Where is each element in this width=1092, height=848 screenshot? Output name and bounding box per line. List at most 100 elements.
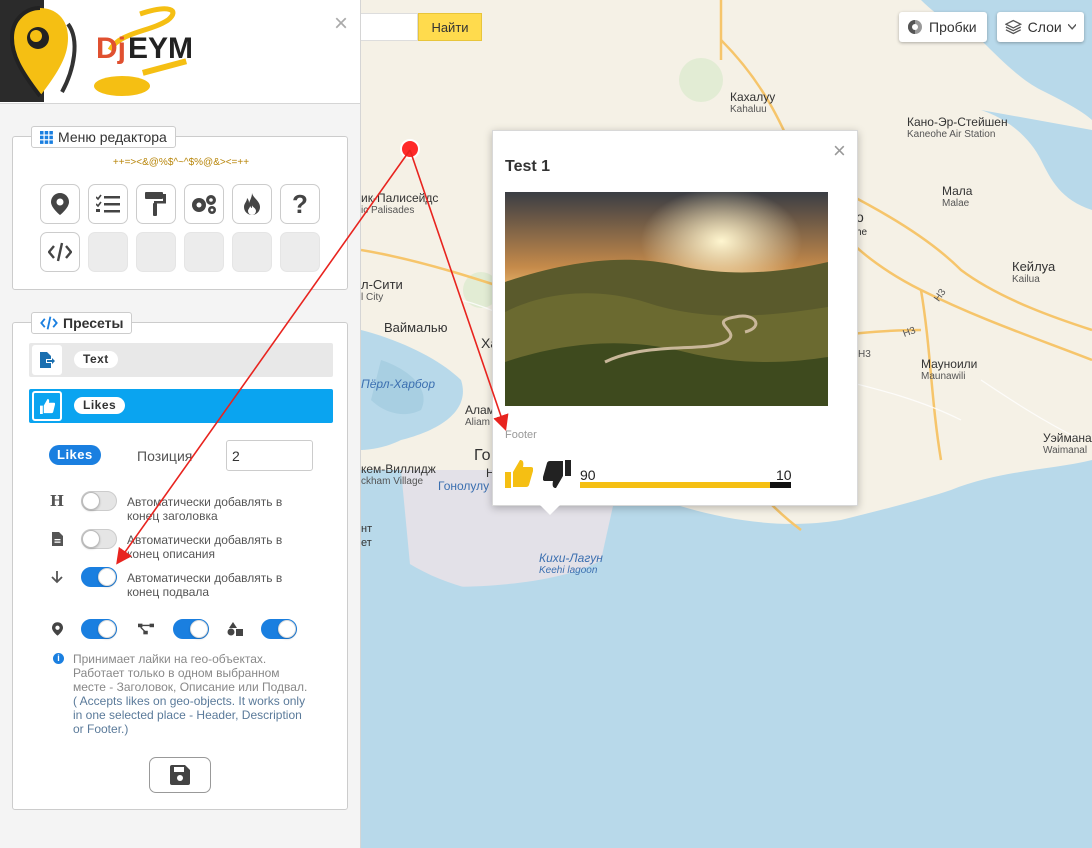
balloon-tail xyxy=(540,505,560,515)
toggle-description[interactable] xyxy=(81,529,117,549)
presets-title: Пресеты xyxy=(63,315,124,331)
logo-bar: Dj EYM × xyxy=(0,0,360,104)
placemark-balloon: × Test 1 Footer 90 10 xyxy=(492,130,858,506)
presets-legend: Пресеты xyxy=(31,312,133,334)
map-label-kailua: Кейлуа Kailua xyxy=(1012,259,1056,286)
balloon-title: Test 1 xyxy=(505,158,551,175)
tool-paint-button[interactable] xyxy=(136,184,176,224)
toggle-placemarks[interactable] xyxy=(81,619,117,639)
djeym-logo: Dj EYM xyxy=(9,6,193,98)
like-ratio-bar xyxy=(580,482,791,488)
arrow-down-icon xyxy=(49,569,65,585)
map-label-fragment: ет xyxy=(361,537,372,549)
tool-heatmap-button[interactable] xyxy=(232,184,272,224)
fire-icon xyxy=(244,193,260,215)
tool-help-button[interactable]: ? xyxy=(280,184,320,224)
close-panel-button[interactable]: × xyxy=(330,12,352,36)
position-input[interactable] xyxy=(226,440,313,471)
option-label-header: Автоматически добавлять в конец заголовк… xyxy=(127,495,283,523)
map-label-honolulu: Гонолулу xyxy=(438,479,490,493)
editor-panel: Dj EYM × Меню редактора ++=><&@%$^~^$%@&… xyxy=(0,0,361,848)
map-label-waimanalo: УэйманалWaimanal xyxy=(1043,431,1092,456)
position-label: Позиция xyxy=(137,448,193,464)
traffic-button[interactable]: Пробки xyxy=(899,12,987,42)
save-button[interactable] xyxy=(149,757,211,793)
file-arrow-icon xyxy=(32,345,62,375)
checklist-icon xyxy=(96,194,120,213)
map-marker-icon xyxy=(51,193,69,215)
floppy-disk-icon xyxy=(170,765,190,785)
map-label-hickam-village: кем-Виллидж ckham Village xyxy=(361,462,436,487)
presets-box: Пресеты Text Likes Likes Позиция H Автом… xyxy=(12,312,348,810)
thumbs-up-icon xyxy=(32,391,62,421)
tool-settings-button[interactable] xyxy=(184,184,224,224)
traffic-icon xyxy=(908,20,922,34)
map-search-input[interactable] xyxy=(361,13,418,41)
option-label-description: Автоматически добавлять в конец описания xyxy=(127,533,283,561)
logo-text-eym: EYM xyxy=(128,32,193,65)
toggle-footer[interactable] xyxy=(81,567,117,587)
preset-label: Likes xyxy=(74,397,126,414)
tool-code-button[interactable] xyxy=(40,232,80,272)
toggle-polygons[interactable] xyxy=(261,619,297,639)
map-label-pearl-harbor: Пёрл-Харбор xyxy=(361,377,435,391)
info-text-ru: Принимает лайки на гео-объектах. Работае… xyxy=(73,652,308,694)
chevron-down-icon xyxy=(1067,24,1076,30)
balloon-photo xyxy=(505,192,828,406)
special-chars-text: ++=><&@%$^~^$%@&><=++ xyxy=(112,157,250,168)
polyline-icon xyxy=(138,621,154,637)
layers-button[interactable]: Слои xyxy=(997,12,1084,42)
editor-menu-legend: Меню редактора xyxy=(31,126,176,148)
layers-button-label: Слои xyxy=(1027,19,1062,35)
balloon-close-button[interactable]: × xyxy=(833,140,846,162)
map-label-fragment: Го xyxy=(474,447,491,464)
balloon-footer: Footer xyxy=(505,429,537,441)
dislike-thumbs-down-icon[interactable] xyxy=(543,459,571,489)
editor-menu-box: Меню редактора ++=><&@%$^~^$%@&><=++ ? xyxy=(12,126,348,290)
grid-icon xyxy=(40,130,53,144)
dislike-count: 10 xyxy=(776,467,792,483)
like-count: 90 xyxy=(580,467,596,483)
code-icon xyxy=(40,316,58,330)
preset-text[interactable]: Text xyxy=(29,343,333,377)
tool-placemark-button[interactable] xyxy=(40,184,80,224)
map-label-kaneohe: Кано-Эр-Стейшен Kaneohe Air Station xyxy=(907,115,1008,140)
traffic-button-label: Пробки xyxy=(929,19,977,35)
map-label-pacific-palisades: ик-Палисейдс ic Palisades xyxy=(361,191,439,216)
map-label-malae: Мала Malae xyxy=(942,184,973,209)
layers-icon xyxy=(1005,19,1022,35)
option-label-footer: Автоматически добавлять в конец подвала xyxy=(127,571,283,599)
placemark-marker[interactable] xyxy=(399,138,421,160)
map-label-waimalu: Ваймалью xyxy=(384,320,448,335)
tool-empty-slot xyxy=(136,232,176,272)
preset-likes[interactable]: Likes xyxy=(29,389,333,423)
code-icon xyxy=(48,242,72,262)
map-search-button[interactable]: Найти xyxy=(418,13,482,41)
map-label-kahaluu: Кахалуу Kahaluu xyxy=(730,90,776,115)
paint-roller-icon xyxy=(145,192,166,216)
shapes-icon xyxy=(227,621,243,637)
likes-tag: Likes xyxy=(49,445,101,465)
map-marker-icon xyxy=(49,621,65,637)
tool-empty-slot xyxy=(280,232,320,272)
editor-menu-title: Меню редактора xyxy=(58,129,167,145)
map-label-maunawili: Мауноили Maunawili xyxy=(921,357,978,382)
header-icon: H xyxy=(49,492,65,510)
like-thumbs-up-icon[interactable] xyxy=(505,459,533,489)
toggle-header[interactable] xyxy=(81,491,117,511)
toggle-polylines[interactable] xyxy=(173,619,209,639)
map-road-label: H3 xyxy=(858,349,871,360)
info-text: Принимает лайки на гео-объектах. Работае… xyxy=(73,652,313,736)
map-label-keehi-lagoon: Кихи-Лагун Keehi lagoon xyxy=(539,551,603,576)
gears-icon xyxy=(192,195,216,214)
tool-empty-slot xyxy=(232,232,272,272)
logo-text-dj: Dj xyxy=(96,32,126,65)
map-label-aliamanu: Алам Aliam xyxy=(465,403,495,428)
tool-empty-slot xyxy=(88,232,128,272)
info-icon: i xyxy=(53,653,64,664)
preset-label: Text xyxy=(74,351,118,368)
like-ratio-fill xyxy=(580,482,770,488)
tool-empty-slot xyxy=(184,232,224,272)
file-icon xyxy=(49,531,65,547)
tool-checklist-button[interactable] xyxy=(88,184,128,224)
